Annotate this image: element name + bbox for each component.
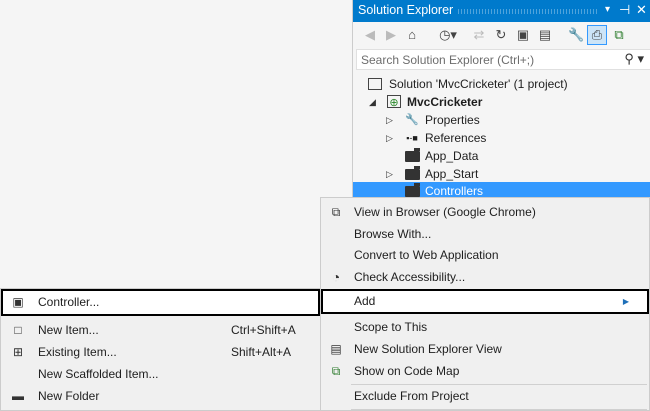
pending-changes-icon[interactable]: ◷▾ [437, 27, 459, 43]
references-icon: ▪-■ [406, 133, 418, 143]
tree-item-app-start[interactable]: ▷ App_Start [353, 165, 650, 183]
menu-item-view-in-browser[interactable]: ⧉ View in Browser (Google Chrome) [321, 201, 649, 223]
browser-icon: ⧉ [331, 205, 341, 219]
shortcut-label: Ctrl+Shift+A [231, 323, 296, 337]
menu-item-check-accessibility[interactable]: ◔ Check Accessibility... [321, 266, 649, 288]
tree-label: App_Data [425, 149, 479, 163]
menu-label: Existing Item... [38, 345, 117, 359]
home-icon[interactable]: ⌂ [404, 27, 420, 43]
menu-item-exclude[interactable]: Exclude From Project [321, 385, 649, 407]
menu-label: Scope to This [354, 320, 428, 334]
add-submenu: ▣ Controller... □ New Item... Ctrl+Shift+A … [0, 288, 321, 411]
properties-icon[interactable]: 🔧 [568, 27, 584, 43]
submenu-item-new-folder[interactable]: ▬ New Folder [1, 385, 320, 407]
menu-label: Exclude From Project [354, 389, 469, 403]
menu-item-new-se-view[interactable]: ▤ New Solution Explorer View [321, 338, 649, 360]
new-item-icon: □ [14, 323, 22, 337]
folder-icon [405, 148, 420, 162]
menu-label: Show on Code Map [354, 364, 460, 378]
close-icon[interactable]: ✕ [636, 2, 647, 18]
accessibility-icon: ◔ [331, 269, 341, 285]
panel-title: Solution Explorer [358, 3, 454, 17]
search-input[interactable]: Search Solution Explorer (Ctrl+;) ⚲ ▾ [356, 49, 650, 70]
tree-item-references[interactable]: ▷ ▪-■ References [353, 129, 650, 147]
shortcut-label: Shift+Alt+A [231, 345, 292, 359]
menu-label: Convert to Web Application [354, 248, 499, 262]
menu-label: New Solution Explorer View [354, 342, 502, 356]
tree-label: App_Start [425, 167, 479, 181]
collapsed-arrow-icon[interactable]: ▷ [386, 111, 393, 129]
collapse-all-icon[interactable]: ▣ [515, 27, 531, 43]
wrench-icon: 🔧 [405, 114, 419, 126]
menu-label: Check Accessibility... [354, 270, 466, 284]
menu-label: Browse With... [354, 227, 432, 241]
forward-icon[interactable]: ▶ [383, 27, 399, 43]
menu-item-show-on-code-map[interactable]: ⧉ Show on Code Map [321, 360, 649, 382]
submenu-arrow-icon: ▶ [622, 297, 629, 306]
back-icon[interactable]: ◀ [362, 27, 378, 43]
search-icon[interactable]: ⚲ ▾ [624, 51, 644, 67]
menu-label: New Scaffolded Item... [38, 367, 159, 381]
expanded-arrow-icon[interactable]: ◢ [369, 93, 376, 111]
submenu-item-new-scaffolded[interactable]: New Scaffolded Item... [1, 363, 320, 385]
refresh-icon[interactable]: ↻ [493, 27, 509, 43]
context-menu: ⧉ View in Browser (Google Chrome) Browse … [320, 197, 650, 411]
tree-label: Solution 'MvcCricketer' (1 project) [389, 77, 568, 91]
sync-icon[interactable]: ⇄ [471, 27, 487, 43]
menu-item-add[interactable]: Add ▶ [321, 289, 649, 314]
new-folder-icon: ▬ [12, 389, 24, 403]
solution-explorer-panel: Solution Explorer ▾ ⊣ ✕ ◀ ▶ ⌂ ◷▾ ⇄ ↻ ▣ ▤… [352, 0, 650, 200]
submenu-item-new-item[interactable]: □ New Item... Ctrl+Shift+A [1, 319, 320, 341]
solution-icon [368, 78, 382, 90]
tree-item-app-data[interactable]: App_Data [353, 147, 650, 165]
menu-label: New Folder [38, 389, 100, 403]
dropdown-icon[interactable]: ▾ [605, 4, 610, 15]
folder-icon [405, 166, 420, 180]
menu-item-browse-with[interactable]: Browse With... [321, 223, 649, 245]
code-map-icon: ⧉ [331, 364, 341, 378]
title-grip [458, 9, 598, 14]
controller-icon: ▣ [12, 295, 24, 309]
menu-item-convert[interactable]: Convert to Web Application [321, 244, 649, 266]
menu-label: Controller... [38, 295, 100, 309]
tree-label: Properties [425, 113, 480, 127]
collapsed-arrow-icon[interactable]: ▷ [386, 129, 393, 147]
menu-label: New Item... [38, 323, 99, 337]
new-view-icon: ▤ [330, 342, 342, 356]
menu-item-scope-to-this[interactable]: Scope to This [321, 316, 649, 338]
preview-selected-icon[interactable]: ⎙ [587, 25, 607, 45]
collapsed-arrow-icon[interactable]: ▷ [386, 165, 393, 183]
tree-label: References [425, 131, 487, 145]
pin-icon[interactable]: ⊣ [619, 2, 630, 18]
menu-separator [351, 409, 647, 410]
submenu-item-controller[interactable]: ▣ Controller... [1, 289, 320, 316]
menu-label: Add [354, 294, 376, 308]
panel-title-bar: Solution Explorer ▾ ⊣ ✕ [353, 0, 650, 22]
menu-label: View in Browser (Google Chrome) [354, 205, 536, 219]
tree-label: MvcCricketer [407, 95, 483, 109]
show-all-files-icon[interactable]: ▤ [537, 27, 553, 43]
tree-item-project[interactable]: ◢ ⊕ MvcCricketer [353, 93, 650, 111]
web-project-icon: ⊕ [387, 95, 401, 109]
folder-icon [405, 183, 420, 197]
code-map-icon[interactable]: ⧉ [611, 27, 627, 43]
existing-item-icon: ⊞ [12, 345, 24, 359]
search-placeholder: Search Solution Explorer (Ctrl+;) [361, 53, 535, 67]
tree-item-solution[interactable]: Solution 'MvcCricketer' (1 project) [353, 75, 650, 93]
submenu-item-existing-item[interactable]: ⊞ Existing Item... Shift+Alt+A [1, 341, 320, 363]
toolbar: ◀ ▶ ⌂ ◷▾ ⇄ ↻ ▣ ▤ 🔧 ⎙ ⧉ [353, 22, 650, 48]
tree-item-properties[interactable]: ▷ 🔧 Properties [353, 111, 650, 129]
